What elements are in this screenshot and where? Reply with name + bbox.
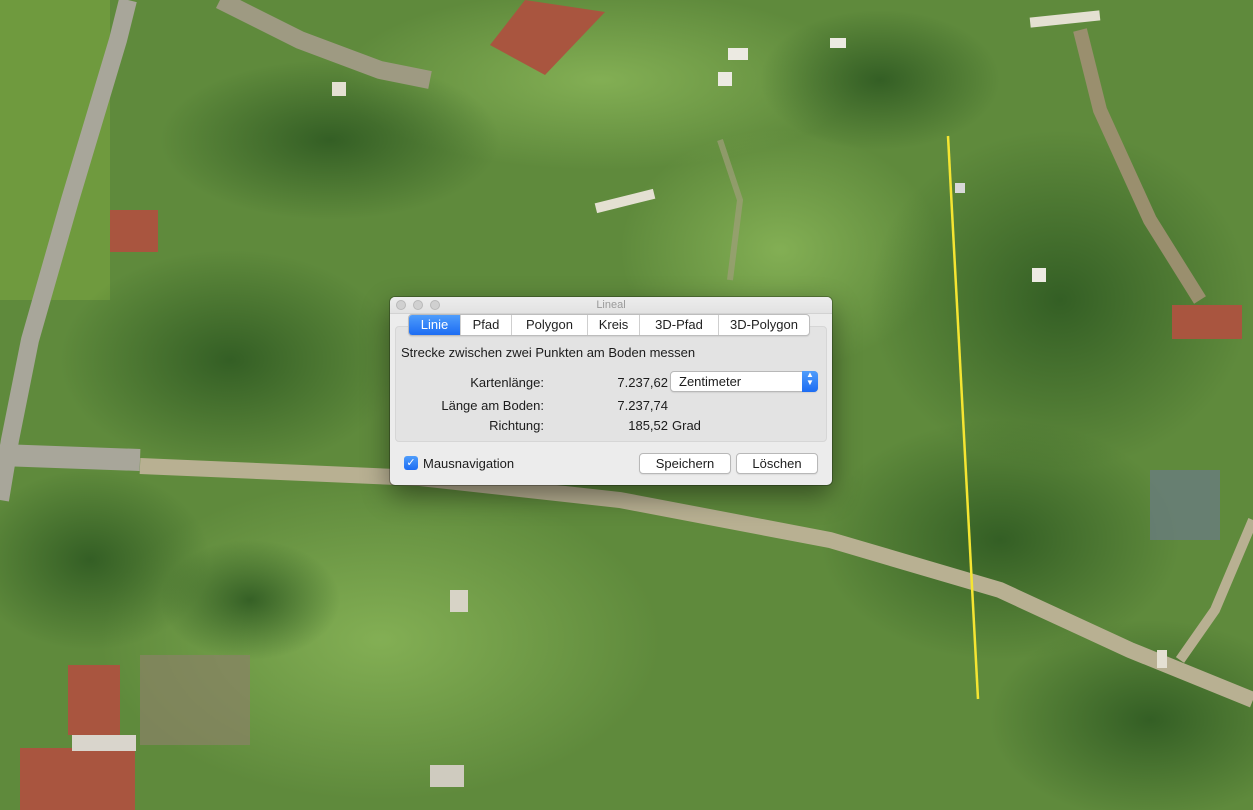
unit-select[interactable]: Zentimeter ▲ ▼ [670,371,818,392]
ground-length-label: Länge am Boden: [441,398,544,413]
object-6 [1032,268,1046,282]
tab-bar: Linie Pfad Polygon Kreis 3D-Pfad 3D-Poly… [408,314,810,336]
unit-select-value: Zentimeter [679,374,742,389]
building-wall-5 [72,735,136,751]
save-button[interactable]: Speichern [639,453,731,474]
ground-length-value: 7.237,74 [617,398,668,413]
object-8 [1150,470,1220,540]
object-10 [430,765,464,787]
object-11 [1157,650,1167,668]
measure-description: Strecke zwischen zwei Punkten am Boden m… [401,345,696,360]
mouse-navigation-checkbox[interactable]: ✓ [404,456,418,470]
clear-button[interactable]: Löschen [736,453,818,474]
yard [140,655,250,745]
checkmark-icon: ✓ [406,457,416,469]
window-title: Lineal [596,299,626,311]
tab-3d-pfad[interactable]: 3D-Pfad [640,315,719,335]
object-4 [830,38,846,48]
heading-label: Richtung: [489,418,544,433]
ruler-window[interactable]: Lineal Linie Pfad Polygon Kreis 3D-Pfad … [390,297,832,485]
object-3 [718,72,732,86]
trees-8 [160,540,340,660]
tab-kreis[interactable]: Kreis [588,315,640,335]
building-roof-4 [68,665,120,735]
heading-unit: Grad [672,418,701,433]
mouse-navigation-label[interactable]: Mausnavigation [423,456,514,471]
building-roof-5 [20,748,135,810]
tab-3d-polygon[interactable]: 3D-Polygon [719,315,809,335]
map-length-value: 7.237,62 [617,375,668,390]
trees-2 [160,60,500,220]
heading-value: 185,52 [628,418,668,433]
object-9 [450,590,468,612]
object-2 [728,48,748,60]
building-roof-3 [1172,305,1242,339]
tab-pfad[interactable]: Pfad [461,315,512,335]
trees-7 [760,10,1000,150]
trees-1 [60,250,400,470]
building-roof-2 [110,210,158,252]
select-arrows-icon: ▲ ▼ [802,371,818,392]
tab-linie[interactable]: Linie [409,315,461,335]
window-titlebar[interactable]: Lineal [390,297,832,314]
tab-polygon[interactable]: Polygon [512,315,588,335]
object-12 [332,82,346,96]
road-junction [0,444,141,471]
object-7 [955,183,965,193]
map-length-label: Kartenlänge: [470,375,544,390]
